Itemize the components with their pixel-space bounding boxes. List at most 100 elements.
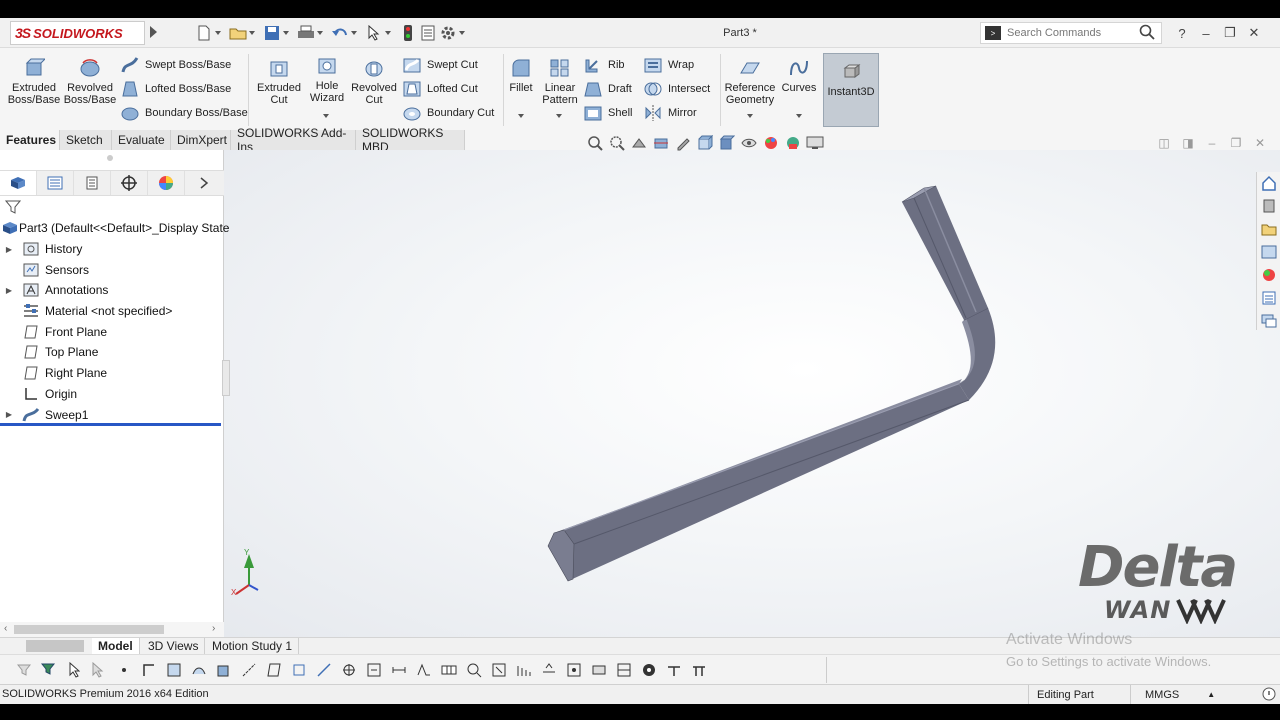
quick-tips-icon[interactable] (1262, 687, 1276, 701)
filter-spot-welds-icon[interactable] (639, 661, 659, 679)
tab-addins[interactable]: SOLIDWORKS Add-Ins (231, 126, 356, 154)
filter-toggle-icon[interactable] (14, 661, 34, 679)
tree-root-part[interactable]: Part3 (Default<<Default>_Display State (0, 218, 229, 239)
options-gear-icon[interactable] (439, 24, 457, 42)
featuremanager-tab-icon[interactable] (0, 171, 37, 195)
wrap-button[interactable]: Wrap (644, 55, 694, 75)
expand-arrow-icon[interactable]: ▶ (4, 245, 14, 254)
rebuild-traffic-light-icon[interactable] (399, 24, 417, 42)
reference-geometry-dropdown-icon[interactable] (747, 114, 753, 118)
filter-gtol-icon[interactable] (439, 661, 459, 679)
shell-button[interactable]: Shell (584, 103, 632, 123)
open-folder-icon[interactable] (229, 24, 247, 42)
view-settings-icon[interactable] (805, 134, 825, 152)
boundary-cut-button[interactable]: Boundary Cut (403, 103, 494, 123)
filter-datum-features-icon[interactable] (539, 661, 559, 679)
minimize-icon[interactable]: – (1194, 24, 1218, 42)
viewport-close-icon[interactable]: ✕ (1251, 135, 1269, 151)
tab-mbd[interactable]: SOLIDWORKS MBD (356, 126, 465, 154)
revolved-boss-button[interactable]: Revolved Boss/Base (64, 56, 116, 106)
tab-scroll-arrows[interactable] (26, 640, 84, 652)
rollback-bar[interactable] (0, 423, 221, 426)
filter-sketch-segments-icon[interactable] (314, 661, 334, 679)
hole-wizard-dropdown-icon[interactable] (323, 114, 329, 118)
save-icon[interactable] (263, 24, 281, 42)
filter-surface-icon[interactable] (189, 661, 209, 679)
more-tabs-chevron-icon[interactable] (185, 171, 222, 195)
filter-weld-symbols-icon[interactable] (514, 661, 534, 679)
lofted-cut-button[interactable]: Lofted Cut (403, 79, 478, 99)
swept-cut-button[interactable]: Swept Cut (403, 55, 478, 75)
curves-dropdown-icon[interactable] (796, 114, 802, 118)
revolved-cut-button[interactable]: Revolved Cut (350, 56, 398, 106)
appearances-icon[interactable] (1259, 265, 1279, 284)
edit-appearance-icon[interactable] (761, 134, 781, 152)
new-document-icon[interactable] (195, 24, 213, 42)
section-view-icon[interactable] (651, 134, 671, 152)
tab-sketch[interactable]: Sketch (60, 130, 112, 150)
file-properties-icon[interactable] (419, 24, 437, 42)
filter-surface-finish-icon[interactable] (414, 661, 434, 679)
select-pointer-icon[interactable] (64, 661, 84, 679)
undo-dropdown-icon[interactable] (351, 31, 357, 35)
filter-blocks-icon[interactable] (614, 661, 634, 679)
filter-notes-icon[interactable] (464, 661, 484, 679)
unit-system-selector[interactable]: MMGS ▲ (1130, 685, 1215, 704)
filter-planes-icon[interactable] (264, 661, 284, 679)
rib-button[interactable]: Rib (584, 55, 625, 75)
apply-scene-icon[interactable] (783, 134, 803, 152)
hex-key-model[interactable] (547, 185, 996, 582)
panel-splitter[interactable] (222, 360, 230, 396)
filter-vertices-icon[interactable] (114, 661, 134, 679)
fillet-button[interactable]: Fillet (507, 56, 535, 94)
tab-features[interactable]: Features (0, 130, 60, 150)
horizontal-scrollbar[interactable]: ‹ › (0, 622, 224, 637)
zoom-to-fit-icon[interactable] (585, 134, 605, 152)
options-dropdown-icon[interactable] (459, 31, 465, 35)
expand-arrow-icon[interactable]: ▶ (4, 286, 14, 295)
view-orientation-icon[interactable] (695, 134, 715, 152)
units-dropdown-icon[interactable]: ▲ (1207, 690, 1215, 699)
pattern-dropdown-icon[interactable] (556, 114, 562, 118)
tab-3d-views[interactable]: 3D Views (142, 638, 206, 654)
viewport-minimize-icon[interactable]: – (1203, 135, 1221, 151)
tab-model[interactable]: Model (92, 638, 140, 654)
open-dropdown-icon[interactable] (249, 31, 255, 35)
tree-item-history[interactable]: ▶ History (0, 239, 224, 260)
filter-cosmetic-threads-icon[interactable] (589, 661, 609, 679)
close-icon[interactable]: ✕ (1242, 24, 1266, 42)
scroll-thumb[interactable] (14, 625, 164, 634)
filter-sketch-points-icon[interactable] (289, 661, 309, 679)
tab-dimxpert[interactable]: DimXpert (171, 130, 231, 150)
filter-dimensions-icon[interactable] (389, 661, 409, 679)
filter-datum-targets-icon[interactable] (564, 661, 584, 679)
filter-balloons-icon[interactable] (489, 661, 509, 679)
clear-filters-icon[interactable] (89, 661, 109, 679)
custom-properties-icon[interactable] (1259, 288, 1279, 307)
display-style-icon[interactable] (717, 134, 737, 152)
previous-view-icon[interactable] (629, 134, 649, 152)
panel-grip[interactable] (107, 155, 113, 161)
help-icon[interactable]: ? (1170, 24, 1194, 42)
search-icon[interactable] (1139, 24, 1155, 43)
swept-boss-button[interactable]: Swept Boss/Base (121, 55, 231, 75)
select-arrow-icon[interactable] (365, 24, 383, 42)
tile-right-icon[interactable]: ◨ (1179, 135, 1197, 151)
filter-faces-icon[interactable] (164, 661, 184, 679)
tree-item-sweep1[interactable]: ▶ Sweep1 (0, 404, 224, 425)
print-dropdown-icon[interactable] (317, 31, 323, 35)
filter-axes-icon[interactable] (239, 661, 259, 679)
linear-pattern-button[interactable]: Linear Pattern (539, 56, 581, 106)
dimxpertmanager-tab-icon[interactable] (111, 171, 148, 195)
tree-item-origin[interactable]: Origin (0, 384, 224, 405)
solidworks-logo[interactable]: 3S SOLIDWORKS (10, 21, 145, 45)
select-dropdown-icon[interactable] (385, 31, 391, 35)
draft-button[interactable]: Draft (584, 79, 632, 99)
extruded-boss-button[interactable]: Extruded Boss/Base (8, 56, 60, 106)
fillet-dropdown-icon[interactable] (518, 114, 524, 118)
tree-item-top-plane[interactable]: Top Plane (0, 342, 224, 363)
tile-left-icon[interactable]: ◫ (1155, 135, 1173, 151)
tree-item-sensors[interactable]: Sensors (0, 259, 224, 280)
mirror-button[interactable]: Mirror (644, 103, 697, 123)
scroll-right-icon[interactable]: › (212, 623, 215, 634)
